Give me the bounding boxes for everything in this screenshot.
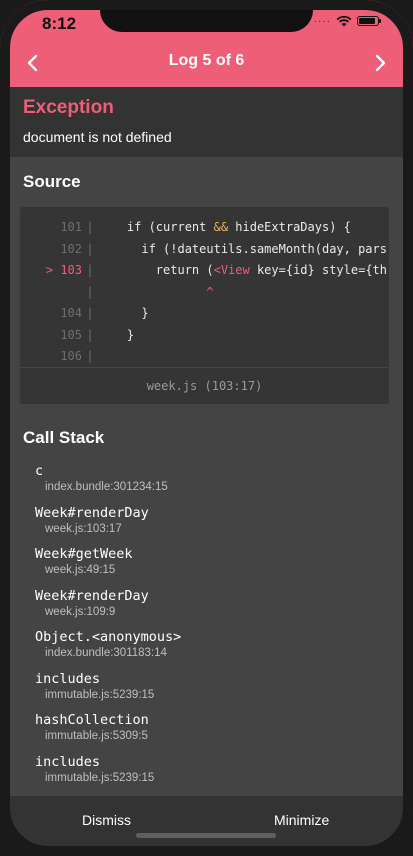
gutter-separator: | xyxy=(86,327,94,342)
next-log-chevron-icon[interactable] xyxy=(369,52,391,74)
gutter-separator: | xyxy=(86,263,94,277)
home-indicator xyxy=(136,833,276,838)
stack-frame[interactable]: Object.<anonymous> index.bundle:301183:14 xyxy=(35,629,385,671)
call-stack-list: c index.bundle:301234:15 Week#renderDay wee… xyxy=(35,463,385,795)
source-file-reference[interactable]: week.js (103:17) xyxy=(20,367,389,404)
exception-message[interactable]: document is not defined xyxy=(23,129,172,145)
stack-frame-function: includes xyxy=(35,753,101,770)
stack-frame-function: includes xyxy=(35,670,101,687)
code-line: 104 | } xyxy=(20,303,389,325)
bottom-action-bar: Dismiss Minimize xyxy=(0,796,413,856)
stack-frame[interactable]: Week#renderDay week.js:103:17 xyxy=(35,505,385,547)
code-lines: 101 | if (current && hideExtraDays) { 102 |… xyxy=(20,217,389,368)
code-line: > 103 | return (<View key={id} style={th xyxy=(20,260,389,282)
stack-frame[interactable]: hashCollection immutable.js:5309:5 xyxy=(35,712,385,754)
code-line: | ^ xyxy=(20,282,389,304)
line-number: 106 xyxy=(60,349,82,363)
stack-frame[interactable]: c index.bundle:301234:15 xyxy=(35,463,385,505)
exception-title: Exception xyxy=(23,97,114,118)
stack-frame[interactable]: Week#getWeek week.js:49:15 xyxy=(35,546,385,588)
line-number: 102 xyxy=(60,241,82,256)
stack-frame-location: week.js:49:15 xyxy=(45,564,116,576)
exception-panel: Exception document is not defined xyxy=(0,87,413,157)
stack-frame-location: immutable.js:5239:15 xyxy=(45,688,155,701)
status-icons: ···· xyxy=(313,15,381,27)
source-code-frame[interactable]: 101 | if (current && hideExtraDays) { 102 |… xyxy=(20,207,389,404)
stack-frame-location: immutable.js:5239:15 xyxy=(45,771,155,784)
code-text: ^ xyxy=(98,284,214,299)
line-number: > 103 xyxy=(45,263,82,277)
stack-frame-location: index.bundle:301183:14 xyxy=(45,647,167,659)
stack-frame-function: Week#renderDay xyxy=(35,587,149,604)
stack-frame-location: week.js:109:9 xyxy=(45,605,116,618)
stack-frame-function: Week#getWeek xyxy=(35,546,133,562)
device-notch xyxy=(100,0,313,32)
gutter-separator: | xyxy=(86,220,94,234)
battery-icon xyxy=(357,16,381,26)
gutter-separator: | xyxy=(86,349,94,363)
code-line: 106 | xyxy=(20,346,389,368)
code-text: if (current && hideExtraDays) { xyxy=(98,220,351,234)
stack-frame-function: c xyxy=(35,463,44,479)
code-text: } xyxy=(98,327,135,342)
header-bar: 8:12 ···· Log 5 of 6 xyxy=(0,0,413,87)
source-heading: Source xyxy=(23,172,81,191)
code-line: 105 | } xyxy=(20,325,389,347)
code-line: 102 | if (!dateutils.sameMonth(day, pars xyxy=(20,239,389,261)
line-number: 105 xyxy=(60,327,82,342)
call-stack-heading: Call Stack xyxy=(23,428,105,447)
log-navigation: Log 5 of 6 xyxy=(0,48,413,78)
stack-frame[interactable]: includes immutable.js:5239:15 xyxy=(35,754,385,796)
code-text: return (<View key={id} style={th xyxy=(98,263,387,277)
code-text: } xyxy=(98,306,149,320)
redbox-screen: 8:12 ···· Log 5 of 6 Exception document … xyxy=(0,0,413,856)
gutter-separator: | xyxy=(86,241,94,256)
gutter-separator: | xyxy=(86,306,94,320)
stack-frame-function: hashCollection xyxy=(35,712,149,728)
stack-frame-location: week.js:103:17 xyxy=(45,522,122,535)
log-counter-title: Log 5 of 6 xyxy=(168,52,245,69)
code-line: 101 | if (current && hideExtraDays) { xyxy=(20,217,389,239)
code-text: if (!dateutils.sameMonth(day, pars xyxy=(98,241,387,256)
stack-frame[interactable]: includes immutable.js:5239:15 xyxy=(35,671,385,713)
line-number: 101 xyxy=(60,220,82,234)
dismiss-button[interactable]: Dismiss xyxy=(82,812,131,828)
gutter-separator: | xyxy=(86,284,94,299)
line-number xyxy=(20,282,82,304)
stack-frame-location: index.bundle:301234:15 xyxy=(45,481,168,493)
status-time: 8:12 xyxy=(42,14,77,33)
stack-frame-function: Object.<anonymous> xyxy=(35,629,182,645)
stack-frame-location: immutable.js:5309:5 xyxy=(45,730,148,742)
stack-frame[interactable]: Week#renderDay week.js:109:9 xyxy=(35,588,385,630)
wifi-icon xyxy=(336,15,352,27)
stack-frame-function: Week#renderDay xyxy=(35,504,149,521)
line-number: 104 xyxy=(60,306,82,320)
minimize-button[interactable]: Minimize xyxy=(274,812,329,828)
signal-icon: ···· xyxy=(313,15,331,27)
